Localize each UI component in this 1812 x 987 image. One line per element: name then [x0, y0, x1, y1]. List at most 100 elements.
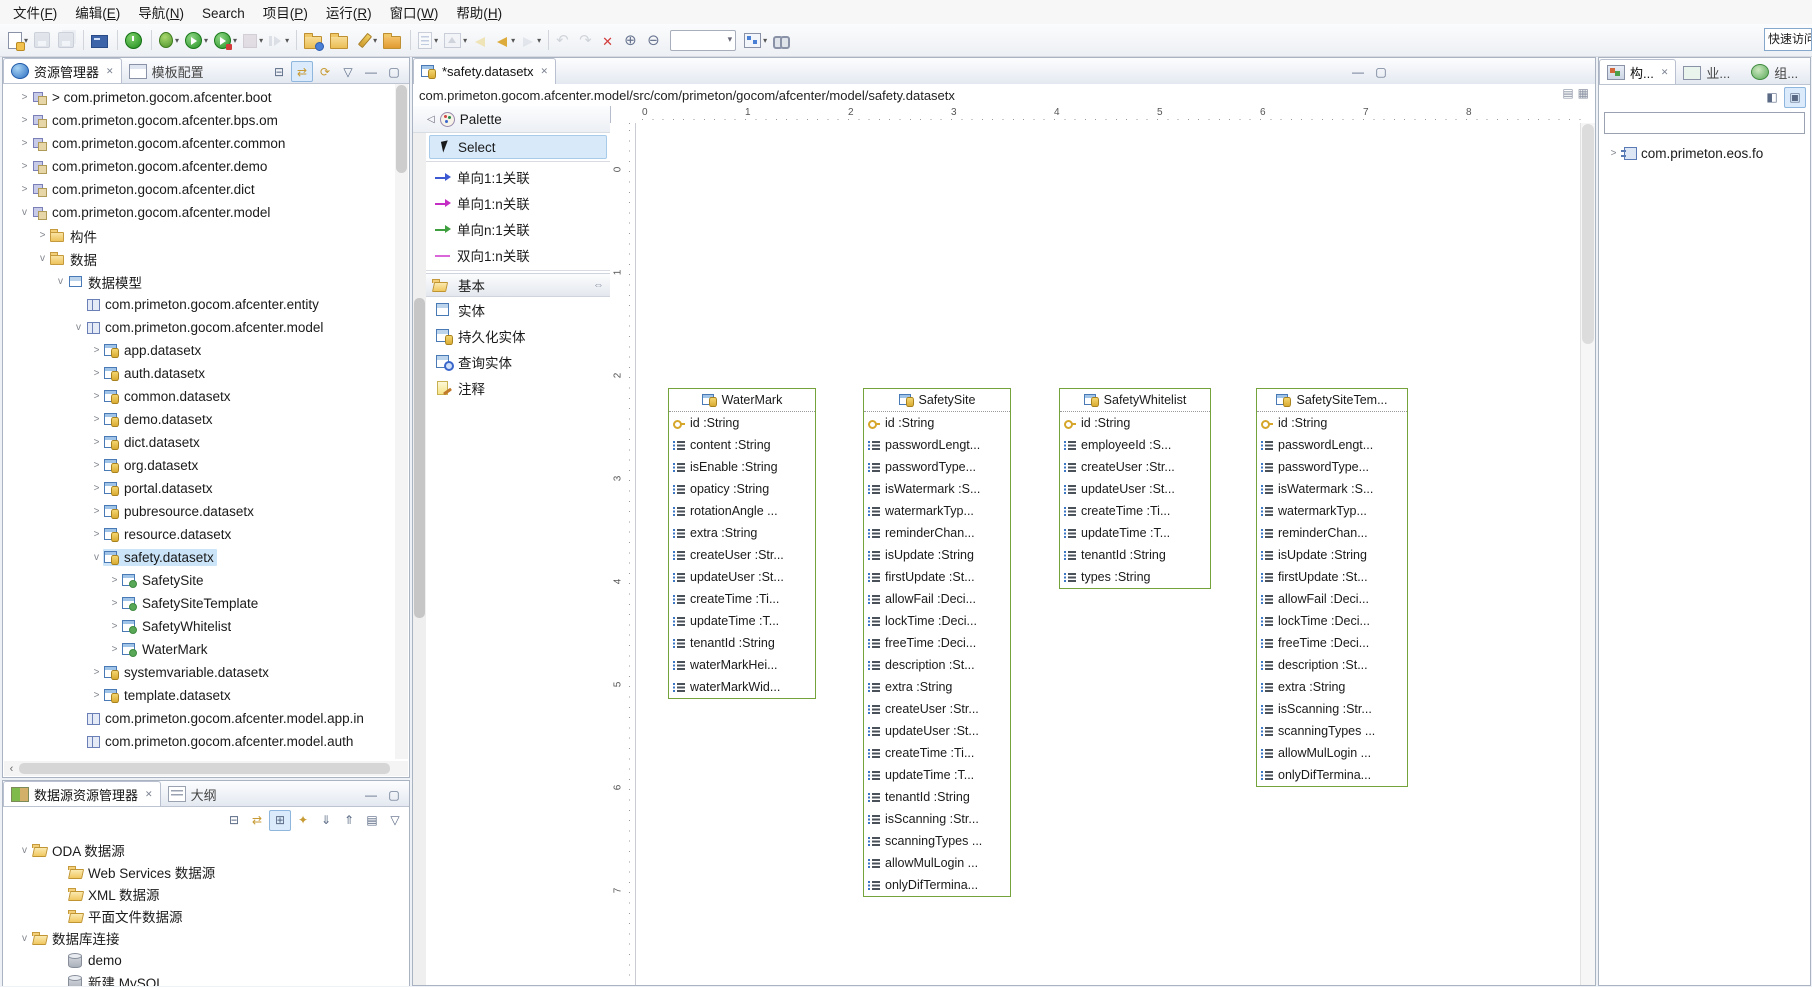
expander-icon[interactable]: > — [90, 437, 103, 448]
entity-field[interactable]: lockTime :Deci... — [864, 610, 1010, 632]
tree-row[interactable]: v ODA 数据源 — [4, 839, 407, 861]
tree-row[interactable]: v 数据库连接 — [4, 927, 407, 949]
entity-field[interactable]: createTime :Ti... — [669, 588, 815, 610]
component-search-input[interactable] — [1604, 112, 1805, 134]
close-icon[interactable]: ✕ — [1661, 67, 1669, 78]
expander-icon[interactable]: v — [18, 933, 31, 944]
panel-window-button[interactable]: ▢ — [383, 784, 405, 805]
panel-tab[interactable]: 资源管理器✕ — [3, 58, 122, 83]
tree-row[interactable]: > com.primeton.gocom.afcenter.demo — [4, 155, 395, 178]
panel-tab[interactable]: 数据源资源管理器✕ — [3, 781, 161, 806]
entity-field[interactable]: createUser :Str... — [1060, 456, 1210, 478]
expander-icon[interactable]: > — [36, 230, 49, 241]
tree-row[interactable]: > com.primeton.eos.fo — [1601, 142, 1808, 164]
toolbar-button[interactable]: ▾ — [157, 28, 181, 52]
entity-field[interactable]: passwordLengt... — [864, 434, 1010, 456]
entity-field[interactable]: lockTime :Deci... — [1257, 610, 1407, 632]
panel-action-button[interactable]: ▣ — [1784, 87, 1806, 108]
breadcrumb-action-icon[interactable]: ▤ — [1562, 86, 1573, 100]
entity-field[interactable]: isEnable :String — [669, 456, 815, 478]
panel-action-button[interactable]: ⇑ — [338, 810, 360, 831]
toolbar-button[interactable] — [56, 28, 78, 52]
palette-entity-tool[interactable]: 查询实体 — [426, 349, 610, 375]
expander-icon[interactable]: v — [36, 253, 49, 264]
dropdown-arrow-icon[interactable]: ▾ — [285, 36, 289, 45]
section-pin-icon[interactable]: ⇔ — [593, 279, 604, 291]
entity-field[interactable]: freeTime :Deci... — [864, 632, 1010, 654]
entity-field[interactable]: extra :String — [1257, 676, 1407, 698]
palette-relation-tool[interactable]: 单向n:1关联 — [426, 216, 610, 242]
explorer-vertical-scrollbar[interactable] — [395, 84, 408, 759]
palette-entity-tool[interactable]: 实体 — [426, 297, 610, 323]
entity-field[interactable]: content :String — [669, 434, 815, 456]
toolbar-button[interactable]: ▾ — [6, 28, 30, 52]
dropdown-arrow-icon[interactable]: ▾ — [259, 36, 263, 45]
panel-action-button[interactable]: ⇄ — [246, 810, 268, 831]
entity-field[interactable]: updateUser :St... — [864, 720, 1010, 742]
toolbar-button[interactable] — [771, 28, 794, 52]
toolbar-button[interactable] — [123, 28, 146, 52]
panel-action-button[interactable]: ◧ — [1761, 87, 1783, 108]
entity-field[interactable]: allowMulLogin ... — [864, 852, 1010, 874]
panel-action-button[interactable]: ▽ — [384, 810, 406, 831]
tree-row[interactable]: > > com.primeton.gocom.afcenter.boot — [4, 86, 395, 109]
tree-row[interactable]: > systemvariable.datasetx — [4, 661, 395, 684]
entity-field[interactable]: isScanning :Str... — [864, 808, 1010, 830]
tree-row[interactable]: > com.primeton.gocom.afcenter.bps.om — [4, 109, 395, 132]
toolbar-button[interactable] — [622, 28, 643, 52]
dropdown-arrow-icon[interactable]: ▾ — [233, 36, 237, 45]
palette-relation-tool[interactable]: 单向1:1关联 — [426, 164, 610, 190]
entity-field[interactable]: rotationAngle ... — [669, 500, 815, 522]
entity-field[interactable]: watermarkTyp... — [1257, 500, 1407, 522]
entity-field[interactable]: description :St... — [1257, 654, 1407, 676]
tree-row[interactable]: XML 数据源 — [4, 883, 407, 905]
panel-tab[interactable]: 大纲 — [161, 782, 231, 806]
menu-item[interactable]: 文件(F) — [4, 4, 66, 23]
expander-icon[interactable]: > — [18, 184, 31, 195]
dropdown-arrow-icon[interactable]: ▾ — [463, 36, 467, 45]
expander-icon[interactable]: > — [90, 667, 103, 678]
dropdown-arrow-icon[interactable]: ▾ — [763, 36, 767, 45]
editor-window-button[interactable]: ▢ — [1370, 61, 1392, 82]
expander-icon[interactable]: > — [90, 690, 103, 701]
panel-action-button[interactable]: ⟳ — [314, 61, 336, 82]
toolbar-button[interactable]: ▾ — [493, 28, 517, 52]
tree-row[interactable]: > com.primeton.gocom.afcenter.dict — [4, 178, 395, 201]
entity-field[interactable]: employeeId :S... — [1060, 434, 1210, 456]
tree-row[interactable]: > WaterMark — [4, 638, 395, 661]
toolbar-button[interactable] — [471, 28, 491, 52]
entity-field[interactable]: tenantId :String — [864, 786, 1010, 808]
entity-field[interactable]: id :String — [1257, 412, 1407, 434]
editor-tab[interactable]: *safety.datasetx ✕ — [413, 58, 556, 84]
palette-header[interactable]: ◁ Palette — [413, 106, 610, 133]
entity-field[interactable]: onlyDifTermina... — [864, 874, 1010, 896]
expander-icon[interactable]: v — [54, 276, 67, 287]
entity-field[interactable]: watermarkTyp... — [864, 500, 1010, 522]
toolbar-button[interactable] — [645, 28, 666, 52]
dropdown-arrow-icon[interactable]: ▾ — [537, 36, 541, 45]
expander-icon[interactable]: > — [108, 621, 121, 632]
toolbar-button[interactable] — [600, 28, 620, 52]
palette-entity-tool[interactable]: 持久化实体 — [426, 323, 610, 349]
palette-relation-tool[interactable]: 双向1:n关联 — [426, 242, 610, 268]
tree-row[interactable]: com.primeton.gocom.afcenter.entity — [4, 293, 395, 316]
toolbar-button[interactable]: ▾ — [519, 28, 543, 52]
panel-tab[interactable]: 组... — [1744, 60, 1812, 84]
menu-item[interactable]: 运行(R) — [317, 4, 381, 23]
entity-field[interactable]: onlyDifTermina... — [1257, 764, 1407, 786]
entity-field[interactable]: scanningTypes ... — [1257, 720, 1407, 742]
tree-row[interactable]: v com.primeton.gocom.afcenter.model — [4, 316, 395, 339]
toolbar-button[interactable] — [83, 30, 84, 50]
panel-window-button[interactable]: — — [360, 784, 382, 805]
expander-icon[interactable]: v — [90, 552, 103, 563]
toolbar-button[interactable] — [328, 28, 352, 52]
toolbar-button[interactable] — [410, 30, 411, 50]
palette-tool-select[interactable]: Select — [429, 135, 607, 159]
entity-field[interactable]: extra :String — [864, 676, 1010, 698]
entity-field[interactable]: description :St... — [864, 654, 1010, 676]
entity-field[interactable]: opaticy :String — [669, 478, 815, 500]
entity-node-safetysite[interactable]: SafetySite id :StringpasswordLengt...pas… — [863, 388, 1011, 897]
panel-action-button[interactable]: ⊞ — [269, 810, 291, 831]
menu-item[interactable]: 帮助(H) — [447, 4, 511, 23]
panel-action-button[interactable]: ⊟ — [268, 61, 290, 82]
